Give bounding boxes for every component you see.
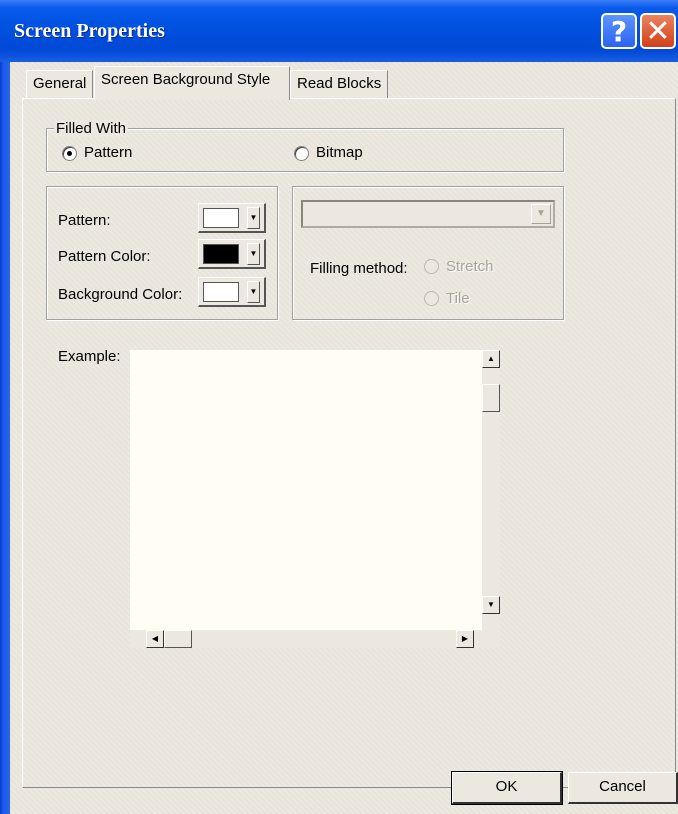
help-icon: ? bbox=[610, 14, 628, 48]
pattern-radio-label[interactable]: Pattern bbox=[84, 144, 132, 161]
title-bar[interactable]: Screen Properties ? ✕ bbox=[0, 0, 678, 62]
dialog-client-area: General Screen Background Style Read Blo… bbox=[10, 62, 678, 814]
chevron-down-icon: ▼ bbox=[247, 243, 260, 265]
bitmap-radio[interactable] bbox=[294, 146, 309, 161]
chevron-down-icon: ▼ bbox=[247, 207, 260, 229]
scroll-up-icon[interactable]: ▲ bbox=[482, 350, 500, 368]
pattern-swatch bbox=[203, 208, 239, 228]
cancel-button[interactable]: Cancel bbox=[568, 772, 678, 804]
vertical-scroll-thumb[interactable] bbox=[482, 384, 500, 412]
chevron-down-icon: ▼ bbox=[247, 281, 260, 303]
background-color-label: Background Color: bbox=[58, 286, 183, 303]
scroll-right-icon[interactable]: ▶ bbox=[456, 630, 474, 648]
bitmap-select: ▼ bbox=[301, 200, 555, 228]
pattern-picker[interactable]: ▼ bbox=[198, 203, 266, 233]
window-left-border bbox=[0, 0, 10, 814]
stretch-radio-label: Stretch bbox=[446, 258, 494, 275]
horizontal-scrollbar[interactable]: ◀ ▶ bbox=[130, 630, 482, 648]
pattern-label: Pattern: bbox=[58, 212, 111, 229]
ok-button[interactable]: OK bbox=[451, 771, 563, 805]
chevron-down-icon: ▼ bbox=[531, 204, 551, 224]
background-color-swatch bbox=[203, 282, 239, 302]
stretch-radio bbox=[424, 259, 439, 274]
tab-general[interactable]: General bbox=[26, 70, 94, 98]
help-button[interactable]: ? bbox=[601, 13, 637, 49]
scrollbar-corner bbox=[482, 630, 500, 648]
window-title: Screen Properties bbox=[14, 20, 165, 42]
scroll-left-icon[interactable]: ◀ bbox=[146, 630, 164, 648]
close-icon: ✕ bbox=[645, 13, 671, 49]
filled-with-legend: Filled With bbox=[54, 120, 129, 137]
pattern-color-picker[interactable]: ▼ bbox=[198, 239, 266, 269]
background-color-picker[interactable]: ▼ bbox=[198, 277, 266, 307]
tile-radio bbox=[424, 291, 439, 306]
tile-radio-label: Tile bbox=[446, 290, 470, 307]
horizontal-scroll-thumb[interactable] bbox=[164, 630, 192, 648]
scroll-down-icon[interactable]: ▼ bbox=[482, 596, 500, 614]
bitmap-radio-label[interactable]: Bitmap bbox=[316, 144, 363, 161]
pattern-color-label: Pattern Color: bbox=[58, 248, 151, 265]
tab-screen-background-style[interactable]: Screen Background Style bbox=[94, 66, 290, 100]
filling-method-label: Filling method: bbox=[310, 260, 408, 277]
tab-read-blocks[interactable]: Read Blocks bbox=[290, 70, 389, 98]
screen-properties-dialog: Screen Properties ? ✕ General Screen Bac… bbox=[0, 0, 678, 814]
close-button[interactable]: ✕ bbox=[640, 13, 676, 49]
vertical-scrollbar[interactable]: ▲ ▼ bbox=[482, 350, 500, 630]
example-label: Example: bbox=[58, 348, 121, 365]
example-preview bbox=[130, 350, 482, 630]
pattern-radio[interactable] bbox=[62, 146, 77, 161]
pattern-color-swatch bbox=[203, 244, 239, 264]
